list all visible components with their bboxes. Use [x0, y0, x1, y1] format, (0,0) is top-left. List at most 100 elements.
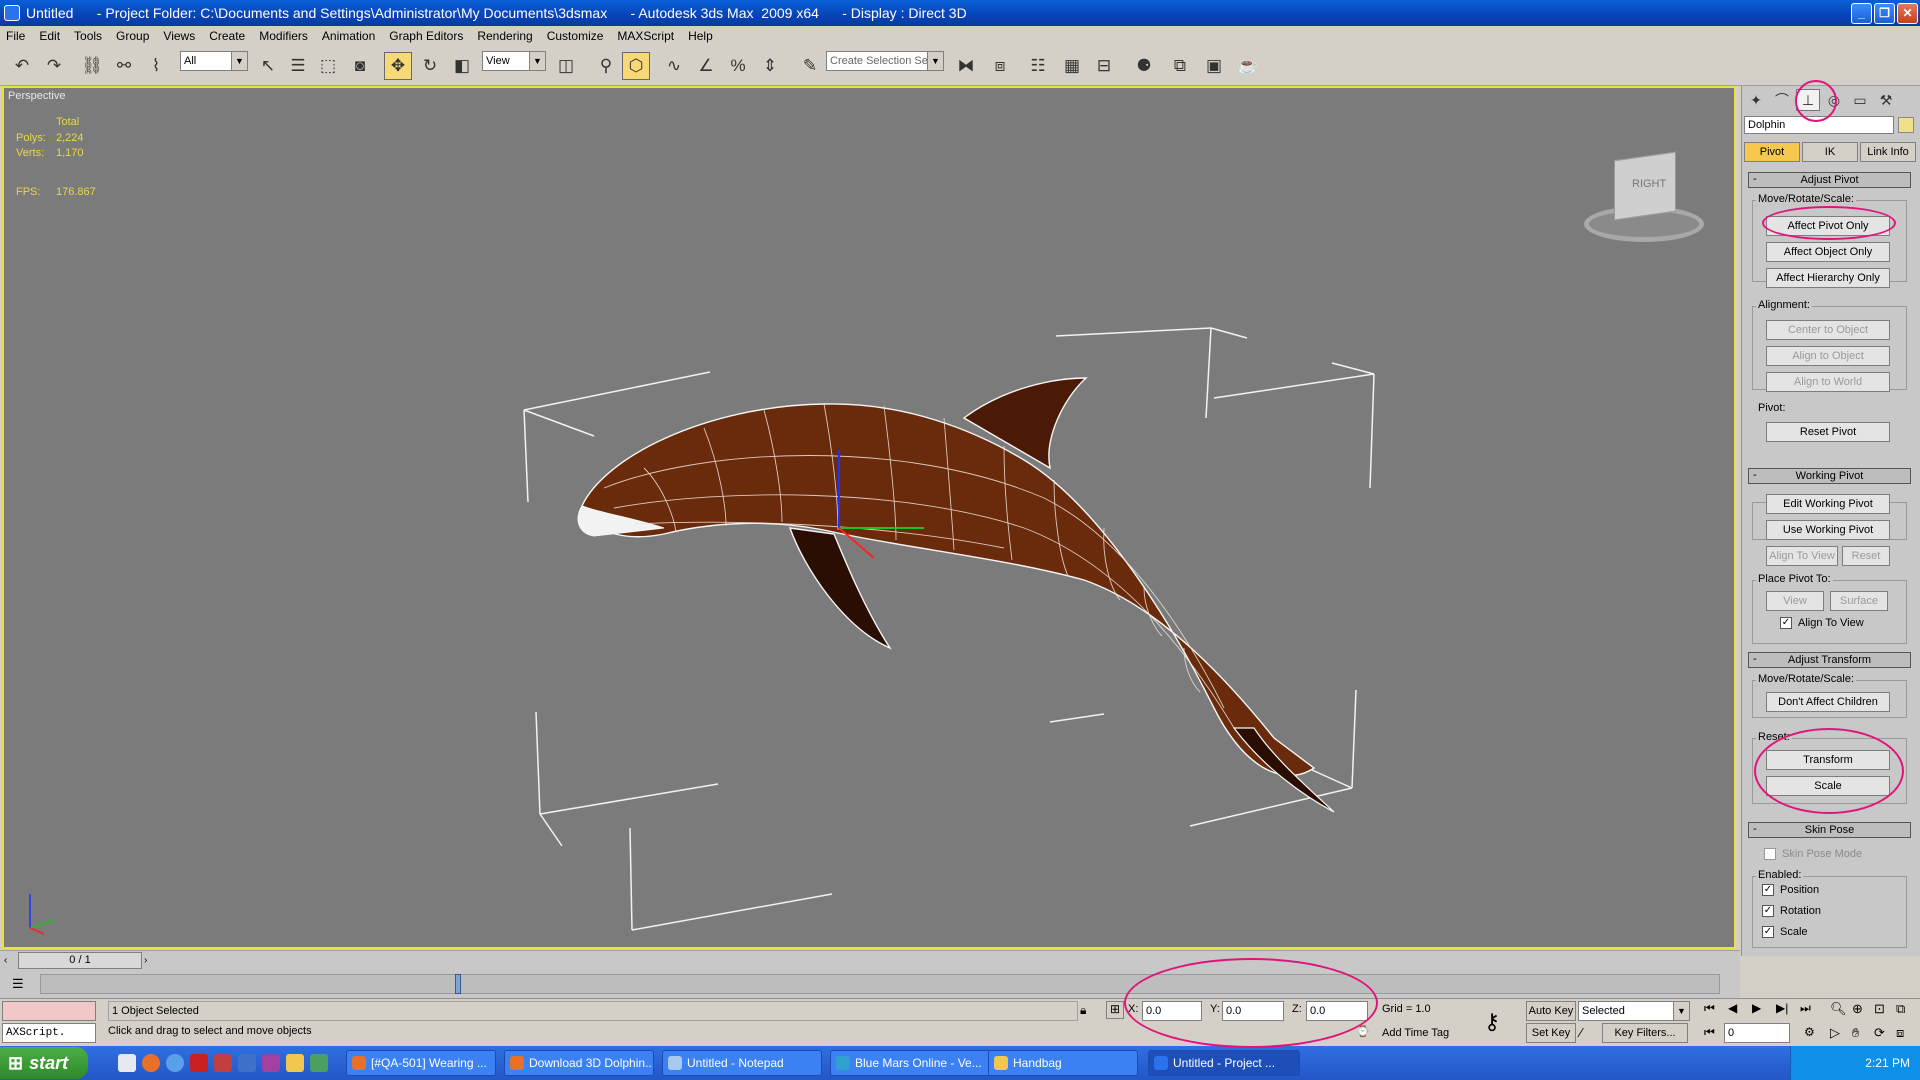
- current-frame-field[interactable]: 0: [1724, 1023, 1790, 1043]
- place-view-button[interactable]: View: [1766, 591, 1824, 611]
- app-icon-4[interactable]: [262, 1054, 280, 1072]
- previous-frame-icon[interactable]: ◀: [1728, 1001, 1737, 1015]
- go-to-end-icon[interactable]: ⏭: [1800, 1001, 1811, 1016]
- ik-tab[interactable]: IK: [1802, 142, 1858, 162]
- utilities-tab-icon[interactable]: ⚒: [1874, 89, 1898, 111]
- angle-snap-icon[interactable]: ∠: [692, 52, 720, 80]
- menu-group[interactable]: Group: [116, 29, 149, 43]
- app-red-icon[interactable]: [190, 1054, 208, 1072]
- mini-curve-editor-icon[interactable]: ☰: [12, 976, 28, 992]
- align-to-world-button[interactable]: Align to World: [1766, 372, 1890, 392]
- key-mode-dropdown[interactable]: Selected ▼: [1578, 1001, 1690, 1021]
- adjust-pivot-rollout[interactable]: - Adjust Pivot: [1748, 172, 1911, 188]
- object-color-swatch[interactable]: [1898, 117, 1914, 133]
- lock-selection-icon[interactable]: 🔒︎: [1080, 1003, 1086, 1018]
- time-slider-thumb[interactable]: 0 / 1: [18, 952, 142, 969]
- perspective-viewport[interactable]: Perspective Total Polys: 2,224 Verts: 1,…: [2, 86, 1736, 949]
- skin-pose-rollout[interactable]: - Skin Pose: [1748, 822, 1911, 838]
- create-tab-icon[interactable]: ✦: [1744, 89, 1768, 111]
- quick-launch-icon[interactable]: [118, 1054, 136, 1072]
- dont-affect-children-button[interactable]: Don't Affect Children: [1766, 692, 1890, 712]
- menu-customize[interactable]: Customize: [547, 29, 604, 43]
- auto-key-button[interactable]: Auto Key: [1526, 1001, 1576, 1021]
- pivot-center-icon[interactable]: ◫: [552, 52, 580, 80]
- menu-file[interactable]: File: [6, 29, 25, 43]
- rendered-frame-window-icon[interactable]: ▣: [1200, 52, 1228, 80]
- track-bar[interactable]: ☰: [0, 970, 1740, 998]
- task-handbag[interactable]: Handbag: [988, 1050, 1138, 1076]
- manipulate-icon[interactable]: ⚲: [592, 52, 620, 80]
- modify-tab-icon[interactable]: ⌒: [1770, 89, 1794, 111]
- menu-rendering[interactable]: Rendering: [477, 29, 532, 43]
- field-of-view-icon[interactable]: ▷: [1830, 1025, 1840, 1041]
- menu-create[interactable]: Create: [209, 29, 245, 43]
- undo-icon[interactable]: ↶: [8, 52, 36, 80]
- key-mode-toggle-icon[interactable]: ⏮: [1704, 1025, 1715, 1040]
- scale-checkbox[interactable]: ✓ Scale: [1762, 926, 1808, 938]
- position-checkbox[interactable]: ✓ Position: [1762, 884, 1819, 896]
- mirror-icon[interactable]: ⧓: [952, 52, 980, 80]
- pivot-tab[interactable]: Pivot: [1744, 142, 1800, 162]
- render-setup-icon[interactable]: ⧉: [1166, 52, 1194, 80]
- skin-pose-mode-checkbox[interactable]: Skin Pose Mode: [1764, 848, 1862, 860]
- app-icon-2[interactable]: [214, 1054, 232, 1072]
- time-configuration-icon[interactable]: ⚙: [1804, 1025, 1815, 1039]
- link-info-tab[interactable]: Link Info: [1860, 142, 1916, 162]
- select-link-icon[interactable]: ⛓: [78, 52, 106, 80]
- affect-object-only-button[interactable]: Affect Object Only: [1766, 242, 1890, 262]
- menu-animation[interactable]: Animation: [322, 29, 375, 43]
- zoom-all-icon[interactable]: ⊕: [1852, 1001, 1863, 1017]
- go-to-start-icon[interactable]: ⏮: [1704, 1001, 1715, 1016]
- select-object-icon[interactable]: ↖: [254, 52, 282, 80]
- bind-space-warp-icon[interactable]: ⌇: [142, 52, 170, 80]
- reference-coordinate-dropdown[interactable]: View ▼: [482, 51, 546, 71]
- app-icon-5[interactable]: [310, 1054, 328, 1072]
- time-slider[interactable]: ‹ 0 / 1 ›: [0, 950, 1740, 970]
- viewcube[interactable]: RIGHT: [1584, 148, 1704, 248]
- selection-filter-dropdown[interactable]: All ▼: [180, 51, 248, 71]
- select-move-icon[interactable]: ✥: [384, 52, 412, 80]
- align-to-object-button[interactable]: Align to Object: [1766, 346, 1890, 366]
- align-to-view-button[interactable]: Align To View: [1766, 546, 1838, 566]
- add-time-tag[interactable]: Add Time Tag: [1382, 1027, 1449, 1039]
- reset-pivot-button[interactable]: Reset Pivot: [1766, 422, 1890, 442]
- select-by-name-icon[interactable]: ☰: [284, 52, 312, 80]
- material-editor-icon[interactable]: ⚈: [1130, 52, 1158, 80]
- orbit-icon[interactable]: ⟳: [1874, 1025, 1885, 1041]
- zoom-extents-all-icon[interactable]: ⧉: [1896, 1001, 1905, 1017]
- edit-named-selection-icon[interactable]: ✎: [796, 52, 824, 80]
- layer-manager-icon[interactable]: ☷: [1024, 52, 1052, 80]
- play-icon[interactable]: ▶: [1752, 1001, 1761, 1015]
- percent-snap-icon[interactable]: %: [724, 52, 752, 80]
- snaps-toggle-icon[interactable]: ∿: [660, 52, 688, 80]
- display-tab-icon[interactable]: ▭: [1848, 89, 1872, 111]
- align-icon[interactable]: ⧈: [986, 52, 1014, 80]
- default-in-out-tangent-icon[interactable]: ⁄: [1580, 1025, 1582, 1040]
- align-to-view-checkbox[interactable]: ✓ Align To View: [1780, 617, 1864, 629]
- place-surface-button[interactable]: Surface: [1830, 591, 1888, 611]
- zoom-icon[interactable]: 🔍︎: [1830, 1001, 1847, 1017]
- app-icon[interactable]: [4, 5, 20, 21]
- firefox-icon[interactable]: [142, 1054, 160, 1072]
- track-bar-area[interactable]: [40, 974, 1720, 994]
- menu-maxscript[interactable]: MAXScript: [617, 29, 674, 43]
- curve-editor-icon[interactable]: ▦: [1058, 52, 1086, 80]
- absolute-mode-icon[interactable]: ⊞: [1106, 1001, 1124, 1019]
- key-filters-button[interactable]: Key Filters...: [1602, 1023, 1688, 1043]
- working-pivot-rollout[interactable]: - Working Pivot: [1748, 468, 1911, 484]
- maxscript-mini-listener[interactable]: AXScript.: [2, 1023, 96, 1043]
- maximize-viewport-icon[interactable]: ⧈: [1896, 1025, 1904, 1041]
- restore-button[interactable]: ❐: [1874, 3, 1895, 24]
- maxscript-listener-pink[interactable]: [2, 1001, 96, 1021]
- select-rotate-icon[interactable]: ↻: [416, 52, 444, 80]
- menu-views[interactable]: Views: [163, 29, 195, 43]
- spinner-snap-icon[interactable]: ⇕: [756, 52, 784, 80]
- set-key-button[interactable]: Set Key: [1526, 1023, 1576, 1043]
- named-selection-dropdown[interactable]: Create Selection Set ▼: [826, 51, 944, 71]
- task-download-dolphin[interactable]: Download 3D Dolphin...: [504, 1050, 654, 1076]
- rect-selection-icon[interactable]: ⬚: [314, 52, 342, 80]
- clock[interactable]: 2:21 PM: [1865, 1056, 1910, 1070]
- keyboard-shortcut-override-icon[interactable]: ⬡: [622, 52, 650, 80]
- affect-hierarchy-only-button[interactable]: Affect Hierarchy Only: [1766, 268, 1890, 288]
- rotation-checkbox[interactable]: ✓ Rotation: [1762, 905, 1821, 917]
